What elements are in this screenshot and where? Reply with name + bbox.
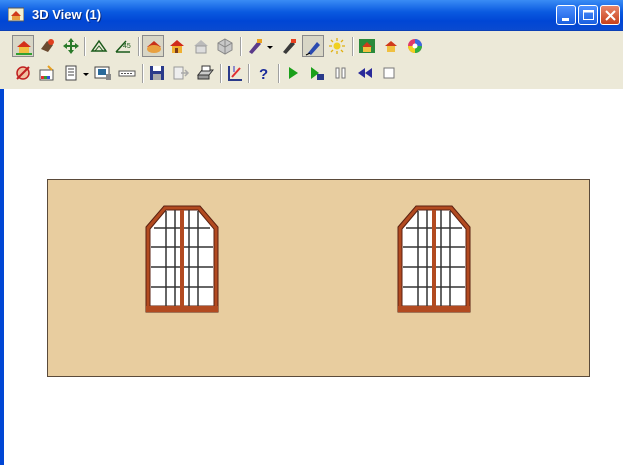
color-wheel-icon [408, 39, 422, 53]
pen-paint-button[interactable] [278, 35, 300, 57]
dash-line-icon [118, 70, 136, 77]
pen-active-button[interactable] [302, 35, 324, 57]
rewind-icon [358, 68, 372, 78]
perspective-button[interactable] [88, 35, 110, 57]
move-arrows-icon [63, 38, 79, 54]
export-button[interactable] [170, 62, 192, 84]
minimize-button[interactable] [556, 5, 576, 25]
pause-button[interactable] [330, 62, 352, 84]
picture-icon [359, 39, 375, 53]
pen-dropdown-button[interactable] [264, 35, 274, 57]
house-view-icon [16, 41, 32, 55]
layer-dropdown-button[interactable] [80, 62, 90, 84]
maximize-icon [583, 10, 594, 20]
house-view-button[interactable] [12, 35, 34, 57]
no-texture-icon [16, 66, 30, 80]
render-hidden-icon [217, 38, 233, 55]
camera-icon [41, 39, 54, 52]
stop-button[interactable] [378, 62, 400, 84]
svg-text:45: 45 [123, 43, 131, 50]
move-button[interactable] [60, 35, 82, 57]
pen-active-icon [305, 42, 320, 56]
play-icon [289, 67, 298, 79]
dropdown-arrow-icon [83, 73, 89, 76]
close-button[interactable] [600, 5, 620, 25]
perspective-icon [90, 39, 108, 52]
minimize-icon [562, 18, 569, 21]
toolbar-separator [84, 37, 86, 56]
angle-45-button[interactable]: 45 [112, 35, 134, 57]
pen-color-button[interactable] [244, 35, 266, 57]
svg-text:?: ? [259, 66, 268, 82]
rewind-button[interactable] [354, 62, 376, 84]
display-button[interactable] [92, 62, 114, 84]
maximize-button[interactable] [578, 5, 598, 25]
no-texture-button[interactable] [12, 62, 34, 84]
wall-elevation[interactable] [47, 179, 590, 377]
toolbar-separator [240, 37, 242, 56]
render-wire-button[interactable] [190, 35, 212, 57]
sun-light-icon [329, 38, 345, 54]
play-button[interactable] [282, 62, 304, 84]
camera-button[interactable] [36, 35, 58, 57]
toolbar-separator [220, 64, 222, 83]
pause-icon [335, 67, 346, 79]
measure-button[interactable] [224, 62, 246, 84]
toolbar-separator [138, 37, 140, 56]
print-icon [196, 65, 214, 80]
print-button[interactable] [194, 62, 216, 84]
render-wire-icon [194, 40, 208, 54]
render-hidden-button[interactable] [214, 35, 236, 57]
render-solid-icon [147, 41, 161, 53]
app-icon [8, 7, 24, 22]
material-palette-button[interactable] [36, 62, 58, 84]
play-record-button[interactable] [306, 62, 328, 84]
window-left[interactable] [144, 205, 220, 313]
layer-button[interactable] [60, 62, 82, 84]
toolbar-separator [142, 64, 144, 83]
play-record-icon [311, 67, 324, 80]
help-button[interactable]: ? [252, 62, 274, 84]
render-house-button[interactable] [166, 35, 188, 57]
angle-45-icon: 45 [115, 40, 131, 53]
window-right[interactable] [396, 205, 472, 313]
export-icon [173, 66, 190, 80]
title-bar[interactable]: 3D View (1) [0, 0, 623, 31]
sun-light-button[interactable] [326, 35, 348, 57]
stop-icon [383, 67, 395, 79]
toolbar-separator [278, 64, 280, 83]
toolbar-separator [352, 37, 354, 56]
small-house-icon [385, 41, 397, 52]
picture-button[interactable] [356, 35, 378, 57]
help-icon: ? [259, 66, 268, 82]
small-house-button[interactable] [380, 35, 402, 57]
save-disk-icon [150, 66, 164, 80]
display-icon [94, 66, 111, 80]
window-title: 3D View (1) [32, 7, 102, 22]
color-wheel-button[interactable] [404, 35, 426, 57]
toolbar-row-1: 45 [12, 35, 612, 61]
toolbar-separator [248, 64, 250, 83]
render-solid-button[interactable] [142, 35, 164, 57]
dash-line-button[interactable] [116, 62, 138, 84]
pen-color-icon [249, 39, 262, 54]
close-icon [605, 10, 616, 21]
toolbar-row-2: ? [12, 62, 612, 88]
material-palette-icon [39, 65, 54, 81]
pen-dropdown-icon [267, 46, 273, 49]
measure-icon [228, 66, 242, 81]
save-button[interactable] [146, 62, 168, 84]
layer-icon [65, 65, 77, 81]
render-house-icon [170, 40, 184, 53]
pen-paint-icon [283, 39, 296, 54]
